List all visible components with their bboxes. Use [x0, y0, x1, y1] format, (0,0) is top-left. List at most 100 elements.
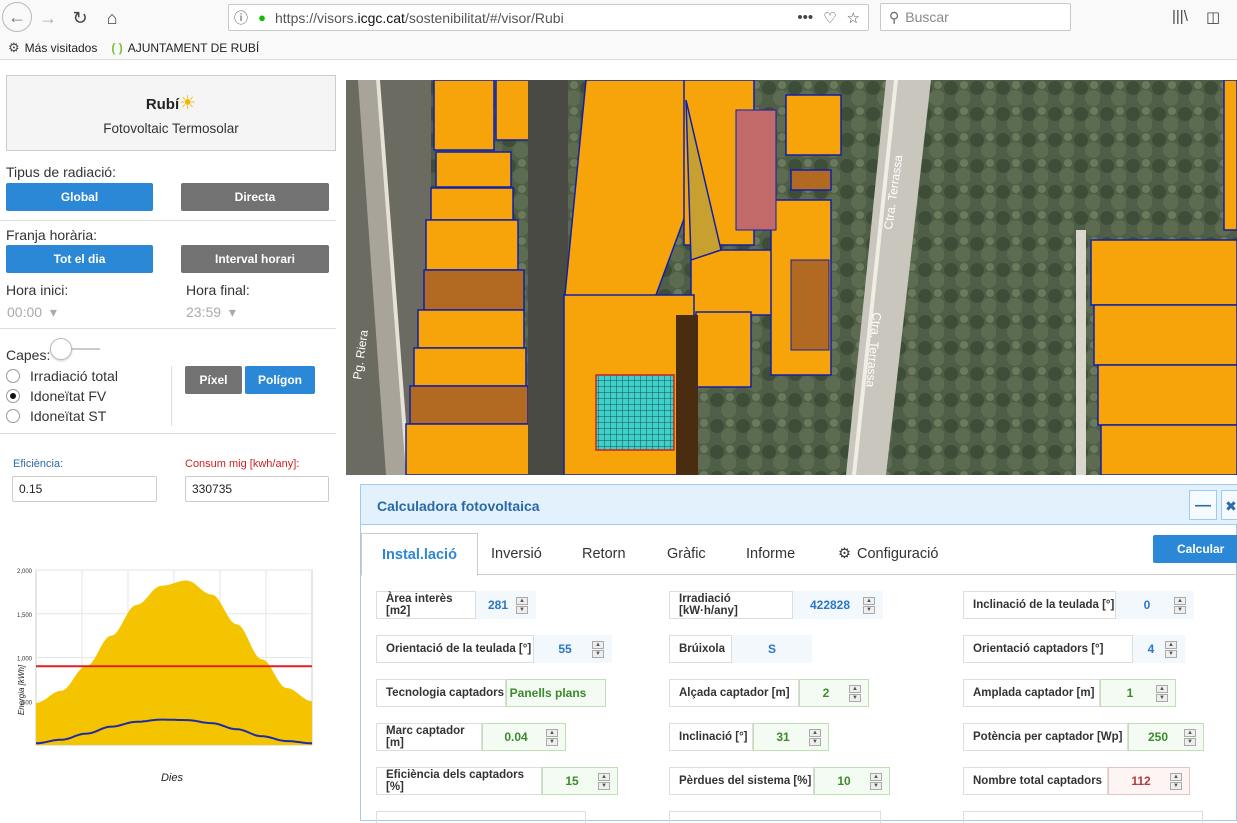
star-icon[interactable]: ☆ — [847, 9, 860, 27]
hora-inici-select[interactable]: 00:00 ▾ — [7, 304, 57, 321]
eficiencia-input[interactable]: 0.15 — [12, 476, 157, 502]
tab-retorn[interactable]: Retorn — [582, 533, 626, 575]
spinner-arrows-icon[interactable]: ▲▼ — [544, 723, 560, 751]
radio-circle-selected[interactable] — [6, 389, 20, 403]
sun-icon: ☀ — [179, 93, 196, 114]
gear-icon: ⚙ — [8, 40, 20, 56]
browser-toolbar: ← → ↻ ⌂ ⓘ ● https://visors.icgc.cat/sost… — [0, 0, 1237, 36]
close-icon[interactable]: ✖ — [1221, 490, 1237, 520]
poligon-button[interactable]: Polígon — [245, 366, 315, 394]
sidebar-icon[interactable]: ◫ — [1206, 8, 1220, 26]
consum-input[interactable]: 330735 — [185, 476, 329, 502]
tab-informe[interactable]: Informe — [746, 533, 795, 575]
url-text[interactable]: https://visors.icgc.cat/sostenibilitat/#… — [271, 10, 797, 26]
calc-field: Àrea interès [m2]281▲▼ — [376, 591, 530, 619]
directa-button[interactable]: Directa — [181, 183, 329, 211]
calculator-header: Calculadora fotovoltaica — ✖ — [361, 485, 1237, 525]
spinner-arrows-icon[interactable]: ▲▼ — [807, 723, 823, 751]
layer-idoneitat-st-radio[interactable]: Idoneïtat ST — [6, 408, 106, 424]
calc-field: Inclinació [°]31▲▼ — [669, 723, 823, 751]
spinner-arrows-icon[interactable]: ▲▼ — [590, 635, 606, 663]
left-panel: Rubí☀ Fotovoltaic Termosolar Tipus de ra… — [0, 60, 345, 821]
search-input[interactable]: ⚲ Buscar — [880, 3, 1071, 31]
forward-arrow-icon[interactable]: → — [34, 4, 62, 32]
pocket-icon[interactable]: ♡ — [823, 9, 836, 27]
library-icon[interactable]: |||\ — [1172, 8, 1188, 25]
field-label: Nombre total captadors — [963, 767, 1108, 795]
calc-field: Pèrdues del sistema [%]10▲▼ — [669, 767, 884, 795]
radio-circle[interactable] — [6, 369, 20, 383]
tab-installacio[interactable]: Instal.lació — [361, 533, 478, 576]
chart-y-tick: 1,000 — [17, 657, 33, 663]
field-label: Àrea interès [m2] — [376, 591, 476, 619]
bracket-logo-icon: ( ) — [111, 41, 122, 55]
chart-y-tick: 2,000 — [17, 569, 33, 575]
back-arrow-icon[interactable]: ← — [2, 2, 32, 32]
hora-final-select[interactable]: 23:59 ▾ — [186, 304, 236, 321]
calc-field: Orientació captadors [°]4▲▼ — [963, 635, 1179, 663]
url-bar[interactable]: ⓘ ● https://visors.icgc.cat/sostenibilit… — [228, 4, 869, 31]
global-button[interactable]: Global — [6, 183, 153, 211]
energy-chart: 2,0001,5001,000500 Energia [kWh] Dies — [10, 560, 330, 800]
spinner-arrows-icon[interactable]: ▲▼ — [1172, 591, 1188, 619]
calc-field: Tecnologia captadorsPanells plans — [376, 679, 606, 707]
spinner-arrows-icon[interactable]: ▲▼ — [514, 591, 530, 619]
calculator-tabs: Instal.lació Inversió Retorn Gràfic Info… — [361, 533, 1237, 575]
field-label: Potència per captador [Wp] — [963, 723, 1128, 751]
field-value-input[interactable]: S — [732, 635, 812, 663]
capes-slider-handle[interactable] — [50, 338, 72, 360]
minimize-icon[interactable]: — — [1189, 490, 1217, 520]
calc-field-partial — [376, 811, 586, 823]
spinner-arrows-icon[interactable]: ▲▼ — [1154, 679, 1170, 707]
subtitle: Fotovoltaic Termosolar — [7, 121, 335, 136]
calculator-panel: Calculadora fotovoltaica — ✖ Instal.laci… — [360, 484, 1237, 821]
spinner-arrows-icon[interactable]: ▲▼ — [868, 767, 884, 795]
calc-field-partial — [669, 811, 881, 823]
lock-icon[interactable]: ● — [253, 10, 271, 25]
field-label: Tecnologia captadors — [376, 679, 506, 707]
bookmark-ajuntament[interactable]: ( )AJUNTAMENT DE RUBÍ — [111, 41, 259, 55]
field-label: Marc captador [m] — [376, 723, 482, 751]
eficiencia-label: Eficiència: — [13, 458, 63, 470]
spinner-arrows-icon[interactable]: ▲▼ — [847, 679, 863, 707]
franja-label: Franja horària: — [6, 227, 97, 243]
pixel-button[interactable]: Píxel — [185, 366, 242, 394]
tab-inversio[interactable]: Inversió — [491, 533, 542, 575]
radio-circle[interactable] — [6, 409, 20, 423]
city-title: Rubí — [146, 96, 179, 113]
spinner-arrows-icon[interactable]: ▲▼ — [596, 767, 612, 795]
tab-configuracio[interactable]: ⚙Configuració — [838, 533, 938, 575]
map-view[interactable]: Pg. Riera Ctra. Terrassa Ctra. Terrassa — [346, 80, 1237, 475]
reload-icon[interactable]: ↻ — [66, 4, 94, 32]
field-label: Irradiació [kW·h/any] — [669, 591, 793, 619]
home-icon[interactable]: ⌂ — [98, 4, 126, 32]
hora-inici-label: Hora inici: — [6, 282, 68, 298]
bookmarks-bar: ⚙Más visitados ( )AJUNTAMENT DE RUBÍ — [0, 36, 1237, 60]
calc-field: Irradiació [kW·h/any]422828▲▼ — [669, 591, 877, 619]
spinner-arrows-icon[interactable]: ▲▼ — [1163, 635, 1179, 663]
chart-y-label: Energia [kWh] — [17, 664, 26, 715]
spinner-arrows-icon[interactable]: ▲▼ — [861, 591, 877, 619]
layer-idoneitat-fv-radio[interactable]: Idoneïtat FV — [6, 388, 106, 404]
spinner-arrows-icon[interactable]: ▲▼ — [1168, 767, 1184, 795]
field-label: Brúixola — [669, 635, 732, 663]
calcular-button[interactable]: Calcular — [1153, 535, 1237, 563]
interval-horari-button[interactable]: Interval horari — [181, 245, 329, 273]
calc-field: Amplada captador [m]1▲▼ — [963, 679, 1170, 707]
tot-el-dia-button[interactable]: Tot el dia — [6, 245, 153, 273]
field-value-input[interactable]: Panells plans — [506, 679, 606, 707]
field-label: Inclinació de la teulada [°] — [963, 591, 1116, 619]
info-icon[interactable]: ⓘ — [229, 8, 253, 28]
tab-grafic[interactable]: Gràfic — [667, 533, 706, 575]
hora-final-label: Hora final: — [186, 282, 250, 298]
field-label: Inclinació [°] — [669, 723, 753, 751]
chart-y-tick: 1,500 — [17, 613, 33, 619]
calc-field-partial — [963, 811, 1203, 823]
calc-field: Orientació de la teulada [°]55▲▼ — [376, 635, 606, 663]
gear-icon: ⚙ — [838, 546, 851, 562]
capes-label: Capes: — [6, 347, 50, 363]
more-icon[interactable]: ••• — [797, 9, 813, 27]
bookmark-most-visited[interactable]: ⚙Más visitados — [8, 40, 97, 56]
spinner-arrows-icon[interactable]: ▲▼ — [1182, 723, 1198, 751]
layer-irradiacio-radio[interactable]: Irradiació total — [6, 368, 118, 384]
